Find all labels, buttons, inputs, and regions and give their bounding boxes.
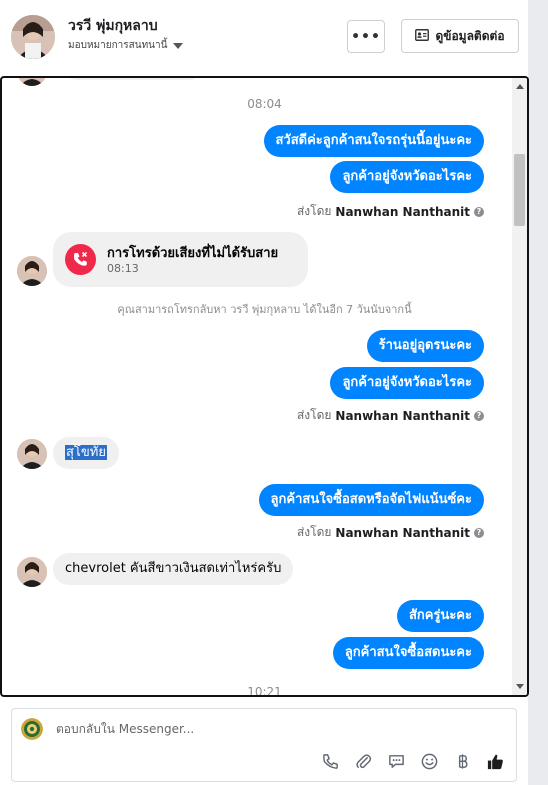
outgoing-message[interactable]: ลูกค้าอยู่จังหวัดอะไรคะ: [330, 367, 484, 399]
timestamp: 10:21: [247, 685, 282, 697]
contact-avatar[interactable]: [11, 15, 55, 59]
sent-by-label: ส่งโดย Nanwhan Nanthanit ?: [297, 202, 484, 221]
agent-name: Nanwhan Nanthanit: [335, 525, 470, 540]
thumbs-up-icon[interactable]: [485, 751, 506, 772]
phone-icon[interactable]: [320, 751, 341, 772]
emoji-icon[interactable]: [419, 751, 440, 772]
selected-text: สุโขทัย: [65, 445, 107, 460]
paperclip-icon[interactable]: [353, 751, 374, 772]
sent-by-label: ส่งโดย Nanwhan Nanthanit ?: [297, 406, 484, 425]
reply-input[interactable]: [56, 717, 496, 741]
missed-call-card[interactable]: การโทรด้วยเสียงที่ไม่ได้รับสาย 08:13: [53, 232, 308, 287]
question-icon[interactable]: ?: [474, 410, 484, 421]
outgoing-message[interactable]: ลูกค้าสนใจซื้อสดหรือจัดไฟแน้นซ์คะ: [258, 484, 484, 516]
agent-name: Nanwhan Nanthanit: [335, 408, 470, 423]
sent-by-prefix: ส่งโดย: [296, 408, 332, 422]
question-icon[interactable]: ?: [474, 206, 484, 217]
more-options-button[interactable]: •••: [347, 20, 385, 53]
contact-avatar-small: [17, 439, 47, 469]
message-composer: [11, 708, 517, 782]
message-bubble-previous: [63, 78, 203, 80]
composer-toolbar: [320, 751, 506, 772]
scroll-up-arrow-icon[interactable]: [516, 84, 524, 89]
page-gutter: [528, 0, 548, 785]
baht-payment-icon[interactable]: [452, 751, 473, 772]
missed-call-icon: [65, 244, 96, 275]
outgoing-message[interactable]: สักครู่นะคะ: [396, 600, 484, 632]
page-avatar: [21, 718, 43, 740]
contact-avatar-small: [17, 557, 47, 587]
assign-conversation-dropdown[interactable]: มอบหมายการสนทนานี้: [68, 38, 184, 53]
caret-down-icon: [173, 42, 184, 49]
saved-replies-icon[interactable]: [386, 751, 407, 772]
conversation-header: วรวี พุ่มกุหลาบ มอบหมายการสนทนานี้ ••• ด…: [0, 0, 528, 76]
outgoing-message[interactable]: ร้านอยู่อุดรนะคะ: [366, 330, 484, 362]
scroll-down-arrow-icon[interactable]: [516, 684, 524, 689]
contact-avatar-small: [17, 256, 47, 286]
missed-call-time: 08:13: [107, 262, 139, 275]
outgoing-message[interactable]: ลูกค้าอยู่จังหวัดอะไรคะ: [330, 161, 484, 193]
sent-by-prefix: ส่งโดย: [296, 204, 332, 218]
message-thread[interactable]: 08:04 สวัสดีค่ะลูกค้าสนใจรถรุ่นนี้อยู่นะ…: [0, 76, 529, 697]
contact-card-icon: [415, 28, 430, 44]
outgoing-message[interactable]: สวัสดีค่ะลูกค้าสนใจรถรุ่นนี้อยู่นะคะ: [263, 125, 484, 157]
callback-notice: คุณสามารถโทรกลับหา วรวี พุ่มกุหลาบ ได้ใน…: [117, 303, 412, 316]
timestamp: 08:04: [247, 97, 282, 111]
question-icon[interactable]: ?: [474, 527, 484, 538]
contact-info-label: ดูข้อมูลติดต่อ: [435, 28, 505, 43]
sent-by-label: ส่งโดย Nanwhan Nanthanit ?: [297, 523, 484, 542]
scrollbar-thumb[interactable]: [514, 154, 525, 226]
view-contact-info-button[interactable]: ดูข้อมูลติดต่อ: [401, 19, 519, 53]
contact-name: วรวี พุ่มกุหลาบ: [68, 18, 158, 34]
contact-avatar-small: [17, 78, 47, 86]
assign-label: มอบหมายการสนทนานี้: [68, 40, 168, 51]
incoming-message[interactable]: chevrolet คันสีขาวเงินสดเท่าไหร่ครับ: [53, 553, 294, 585]
chat-scrollbar[interactable]: [512, 78, 527, 695]
incoming-message[interactable]: สุโขทัย: [53, 437, 119, 469]
sent-by-prefix: ส่งโดย: [296, 525, 332, 539]
outgoing-message[interactable]: ลูกค้าสนใจซื้อสดนะคะ: [332, 637, 484, 669]
missed-call-title: การโทรด้วยเสียงที่ไม่ได้รับสาย: [107, 246, 279, 261]
messenger-conversation: วรวี พุ่มกุหลาบ มอบหมายการสนทนานี้ ••• ด…: [0, 0, 548, 785]
agent-name: Nanwhan Nanthanit: [335, 204, 470, 219]
